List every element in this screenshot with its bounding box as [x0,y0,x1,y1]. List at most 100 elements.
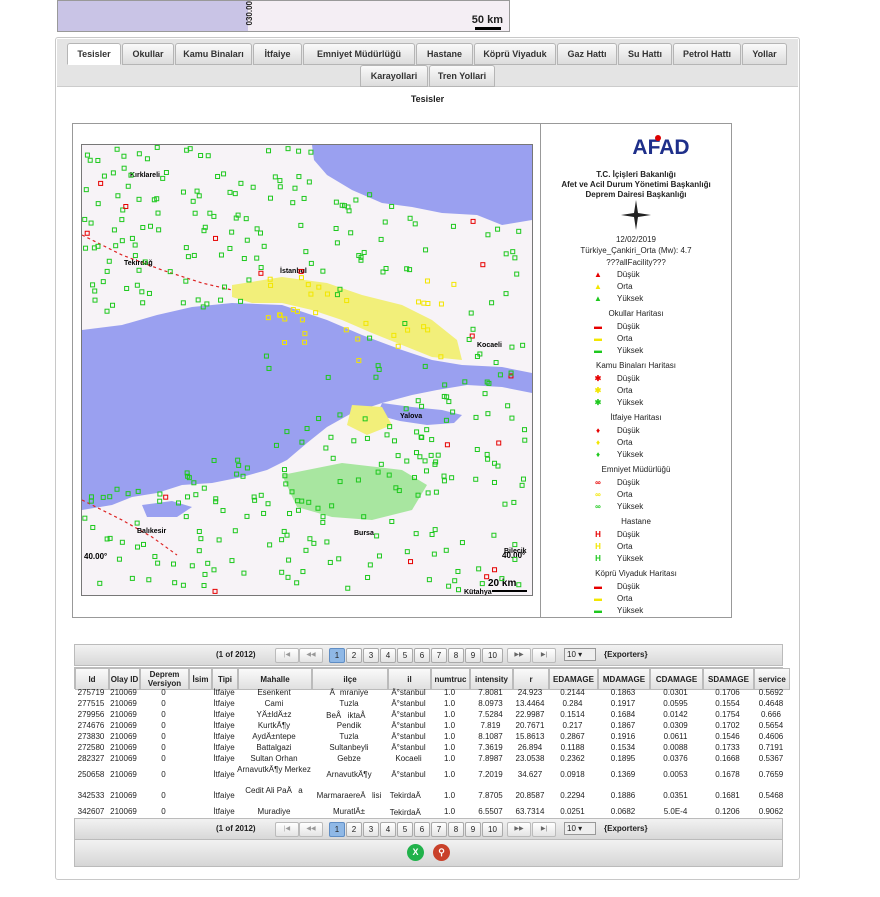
tab-hastane[interactable]: Hastane [416,43,473,65]
last-page-button[interactable]: ▶| [532,822,556,837]
facility-marker[interactable] [482,391,488,397]
table-row[interactable]: 274676 210069 0 İtfaiye KurtkÃ¶y Pendik Ä°stan… [74,721,784,732]
facility-marker[interactable] [113,243,119,249]
page-button[interactable]: 9 [465,822,481,837]
table-row[interactable]: 272580 210069 0 İtfaiye Battalgazi Sultanbeyl… [74,743,784,754]
facility-marker[interactable] [267,542,273,548]
facility-marker[interactable] [330,455,336,461]
facility-marker[interactable] [250,184,256,190]
table-row[interactable]: 342607 210069 0 İtfaiye Muradiye MuratlÄ± Teki… [74,807,784,818]
page-button[interactable]: 7 [431,648,447,663]
column-header[interactable]: r [513,668,549,690]
facility-marker[interactable] [146,577,152,583]
facility-marker[interactable] [205,153,211,159]
facility-marker[interactable] [495,226,501,232]
facility-marker[interactable] [213,235,219,241]
facility-marker[interactable] [395,343,401,349]
facility-marker[interactable] [429,437,435,443]
facility-marker[interactable] [348,230,354,236]
facility-marker[interactable] [484,451,490,457]
facility-marker[interactable] [124,285,130,291]
page-button[interactable]: 2 [346,822,362,837]
facility-marker[interactable] [205,560,211,566]
first-page-button[interactable]: |◀ [275,822,299,837]
facility-marker[interactable] [227,245,233,251]
facility-marker[interactable] [183,245,189,251]
facility-marker[interactable] [87,157,93,163]
facility-marker[interactable] [227,189,233,195]
facility-marker[interactable] [404,549,410,555]
facility-marker[interactable] [295,507,301,513]
facility-marker[interactable] [505,403,511,409]
facility-marker[interactable] [157,491,163,497]
facility-marker[interactable] [220,508,226,514]
facility-marker[interactable] [106,258,112,264]
facility-marker[interactable] [438,301,444,307]
facility-marker[interactable] [104,268,110,274]
page-button[interactable]: 1 [329,648,345,663]
facility-marker[interactable] [423,247,429,253]
page-button[interactable]: 8 [448,648,464,663]
facility-marker[interactable] [421,300,427,306]
facility-marker[interactable] [415,398,421,404]
facility-marker[interactable] [413,531,419,537]
facility-marker[interactable] [139,289,145,295]
facility-marker[interactable] [455,568,461,574]
next-page-button[interactable]: ▶▶ [507,648,531,663]
facility-marker[interactable] [183,514,189,520]
facility-marker[interactable] [213,496,219,502]
facility-marker[interactable] [82,515,88,521]
facility-marker[interactable] [152,554,158,560]
facility-marker[interactable] [424,278,430,284]
facility-marker[interactable] [140,225,146,231]
facility-marker[interactable] [140,300,146,306]
facility-marker[interactable] [520,342,526,348]
facility-marker[interactable] [479,581,485,587]
facility-marker[interactable] [144,156,150,162]
first-page-button[interactable]: |◀ [275,648,299,663]
facility-marker[interactable] [452,578,458,584]
facility-marker[interactable] [491,479,497,485]
facility-marker[interactable] [493,360,499,366]
facility-marker[interactable] [285,574,291,580]
page-button[interactable]: 5 [397,822,413,837]
prev-page-button[interactable]: ◀◀ [299,648,323,663]
page-button[interactable]: 4 [380,648,396,663]
facility-marker[interactable] [446,583,452,589]
table-row[interactable]: 279956 210069 0 İtfaiye YÄ±ldÄ±z BeÅiktaÅ Ä°… [74,710,781,721]
facility-marker[interactable] [333,199,339,205]
facility-marker[interactable] [303,249,309,255]
facility-marker[interactable] [254,255,260,261]
page-button[interactable]: 10 [482,822,503,837]
facility-marker[interactable] [221,171,227,177]
facility-marker[interactable] [334,240,340,246]
facility-marker[interactable] [266,148,272,154]
facility-marker[interactable] [451,281,457,287]
tab-su-hatti[interactable]: Su Hattı [618,43,672,65]
facility-marker[interactable] [261,510,267,516]
tab-kopru-viyaduk[interactable]: Köprü Viyaduk [474,43,556,65]
tab-kamu-binalari[interactable]: Kamu Binaları [175,43,252,65]
facility-marker[interactable] [419,403,425,409]
facility-marker[interactable] [404,458,410,464]
column-header[interactable]: intensity [470,668,513,690]
facility-marker[interactable] [378,461,384,467]
facility-marker[interactable] [496,440,502,446]
facility-marker[interactable] [110,170,116,176]
facility-marker[interactable] [492,567,498,573]
facility-marker[interactable] [180,189,186,195]
facility-marker[interactable] [512,542,518,548]
facility-marker[interactable] [450,223,456,229]
facility-marker[interactable] [298,222,304,228]
facility-marker[interactable] [232,528,238,534]
next-page-button[interactable]: ▶▶ [507,822,531,837]
facility-marker[interactable] [95,201,101,207]
facility-marker[interactable] [441,473,447,479]
page-button[interactable]: 8 [448,822,464,837]
facility-marker[interactable] [286,557,292,563]
facility-marker[interactable] [423,468,429,474]
facility-marker[interactable] [196,193,202,199]
facility-marker[interactable] [83,187,89,193]
page-button[interactable]: 7 [431,822,447,837]
facility-marker[interactable] [303,547,309,553]
